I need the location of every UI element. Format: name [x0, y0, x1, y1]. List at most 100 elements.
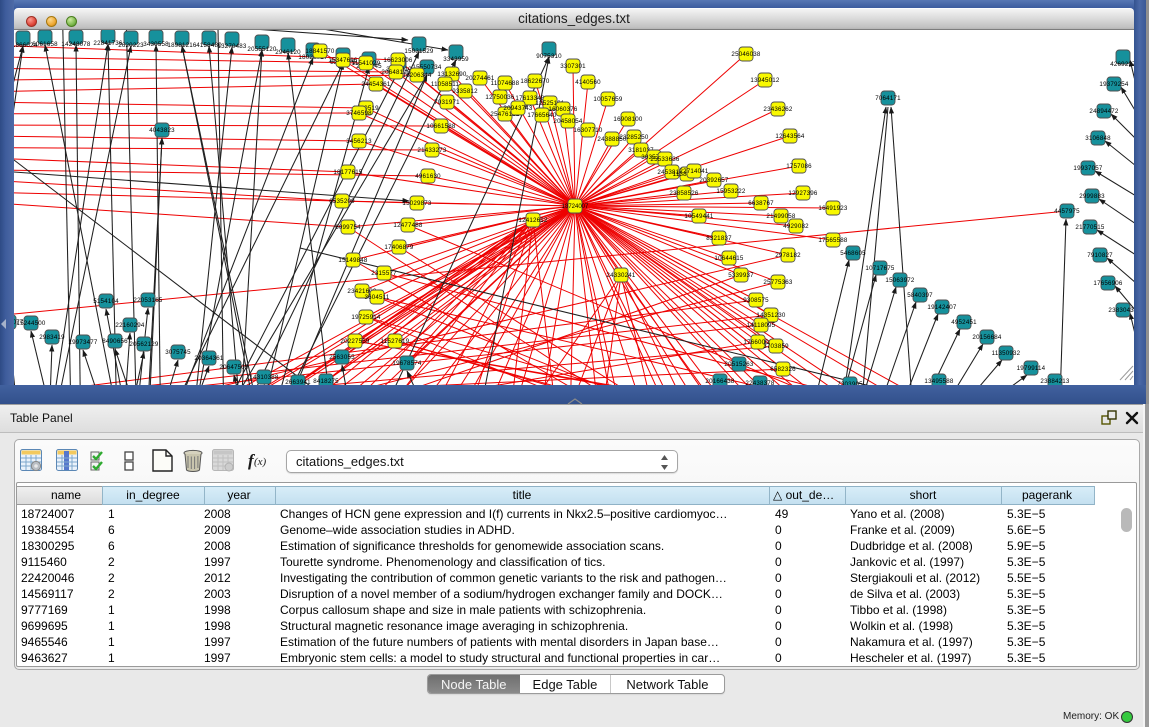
svg-text:12750036: 12750036 [485, 94, 514, 101]
svg-text:4043823: 4043823 [149, 127, 175, 134]
svg-text:2978182: 2978182 [775, 252, 801, 259]
svg-text:14118095: 14118095 [747, 322, 776, 329]
svg-text:23285250: 23285250 [619, 134, 648, 141]
svg-text:8418275: 8418275 [313, 378, 339, 385]
svg-text:2946120: 2946120 [275, 49, 301, 56]
svg-text:20515263: 20515263 [724, 361, 753, 368]
svg-text:9335812: 9335812 [452, 88, 478, 95]
svg-text:7031971: 7031971 [434, 99, 460, 106]
svg-text:11541029: 11541029 [352, 60, 381, 67]
svg-text:23830434: 23830434 [1108, 307, 1134, 314]
svg-text:2620223: 2620223 [118, 42, 144, 49]
svg-text:20943743: 20943743 [503, 105, 532, 112]
svg-text:15953222: 15953222 [716, 188, 745, 195]
svg-text:2563055: 2563055 [329, 354, 355, 361]
svg-text:3075745: 3075745 [165, 349, 191, 356]
svg-text:5468605: 5468605 [840, 250, 866, 257]
svg-text:3746598: 3746598 [346, 110, 372, 117]
svg-text:2983419: 2983419 [39, 334, 65, 341]
svg-text:3343959: 3343959 [443, 56, 469, 63]
svg-text:24330241: 24330241 [606, 272, 635, 279]
svg-text:22438378: 22438378 [745, 380, 774, 385]
svg-text:3106848: 3106848 [1085, 135, 1111, 142]
svg-text:18841570: 18841570 [305, 48, 334, 55]
svg-text:15149848: 15149848 [338, 257, 367, 264]
svg-text:14310388: 14310388 [249, 374, 278, 381]
svg-text:20364361: 20364361 [194, 355, 223, 362]
svg-text:23884213: 23884213 [1040, 378, 1069, 385]
svg-text:6099754: 6099754 [335, 224, 361, 231]
svg-text:12643564: 12643564 [775, 133, 804, 140]
svg-text:13945012: 13945012 [750, 77, 779, 84]
svg-text:4961630: 4961630 [415, 173, 441, 180]
svg-text:8490656: 8490656 [102, 338, 128, 345]
svg-text:4929082: 4929082 [783, 223, 809, 230]
svg-text:10549441: 10549441 [684, 213, 713, 220]
svg-text:9075310: 9075310 [536, 53, 562, 60]
svg-text:10661588: 10661588 [426, 123, 455, 130]
svg-text:4140560: 4140560 [575, 79, 601, 86]
svg-text:4269227: 4269227 [1110, 61, 1134, 68]
svg-text:22160294: 22160294 [115, 322, 144, 329]
svg-text:6582326: 6582326 [770, 366, 796, 373]
svg-text:5339937: 5339937 [728, 272, 754, 279]
svg-text:15063972: 15063972 [885, 277, 914, 284]
svg-text:15029873: 15029873 [402, 200, 431, 207]
svg-text:16307710: 16307710 [573, 127, 602, 134]
svg-text:12927396: 12927396 [788, 190, 817, 197]
svg-text:19142407: 19142407 [927, 304, 956, 311]
svg-text:12412612: 12412612 [518, 217, 547, 224]
svg-text:8321837: 8321837 [706, 235, 732, 242]
svg-text:16206344: 16206344 [402, 72, 431, 79]
svg-text:1757086: 1757086 [786, 163, 812, 170]
svg-text:7910827: 7910827 [1087, 252, 1113, 259]
svg-text:20562129: 20562129 [129, 341, 158, 348]
svg-text:11074688: 11074688 [491, 80, 520, 87]
svg-text:2315577: 2315577 [371, 270, 397, 277]
svg-text:23436262: 23436262 [763, 106, 792, 113]
svg-text:16623006: 16623006 [383, 57, 412, 64]
svg-text:6638767: 6638767 [748, 200, 774, 207]
svg-text:11350932: 11350932 [992, 350, 1021, 357]
svg-text:15244500: 15244500 [16, 320, 45, 327]
svg-text:9308575: 9308575 [743, 297, 769, 304]
svg-text:21433273: 21433273 [417, 147, 446, 154]
svg-text:22714041: 22714041 [679, 168, 708, 175]
svg-text:20227559: 20227559 [340, 338, 369, 345]
svg-text:2999883: 2999883 [1079, 193, 1105, 200]
svg-text:19678574: 19678574 [392, 360, 421, 367]
svg-text:10057659: 10057659 [593, 96, 622, 103]
svg-text:14248078: 14248078 [61, 41, 90, 48]
svg-text:12477488: 12477488 [393, 222, 422, 229]
svg-text:18724007: 18724007 [562, 204, 589, 210]
svg-text:3604511: 3604511 [364, 294, 389, 301]
svg-text:19379254: 19379254 [1099, 81, 1128, 88]
svg-text:2663941: 2663941 [285, 379, 311, 385]
svg-text:18177615: 18177615 [333, 169, 362, 176]
svg-text:23858526: 23858526 [669, 190, 698, 197]
svg-text:25046038: 25046038 [731, 51, 760, 58]
svg-text:20156684: 20156684 [972, 334, 1001, 341]
svg-text:4457975: 4457975 [1054, 208, 1080, 215]
svg-text:17656906: 17656906 [1093, 280, 1122, 287]
svg-text:5840397: 5840397 [907, 292, 933, 299]
svg-text:17565588: 17565588 [818, 237, 847, 244]
svg-text:3703859: 3703859 [763, 343, 789, 350]
svg-text:21770515: 21770515 [1075, 224, 1104, 231]
svg-text:20392657: 20392657 [699, 177, 728, 184]
svg-text:6061658: 6061658 [32, 41, 58, 48]
svg-text:6535209: 6535209 [329, 198, 355, 205]
svg-text:3456213: 3456213 [346, 138, 372, 145]
svg-text:20166438: 20166438 [705, 378, 734, 385]
svg-text:3307301: 3307301 [560, 63, 586, 70]
svg-text:11527619: 11527619 [381, 338, 410, 345]
svg-text:3430558: 3430558 [143, 41, 169, 48]
svg-text:13495588: 13495588 [924, 378, 953, 385]
svg-text:22053165: 22053165 [133, 297, 162, 304]
svg-text:15031529: 15031529 [404, 48, 433, 55]
svg-text:25533636: 25533636 [650, 156, 679, 163]
svg-text:11058511: 11058511 [431, 81, 460, 88]
svg-text:7303905: 7303905 [837, 381, 863, 385]
svg-text:19725914: 19725914 [351, 314, 380, 321]
svg-text:24454361: 24454361 [361, 81, 390, 88]
